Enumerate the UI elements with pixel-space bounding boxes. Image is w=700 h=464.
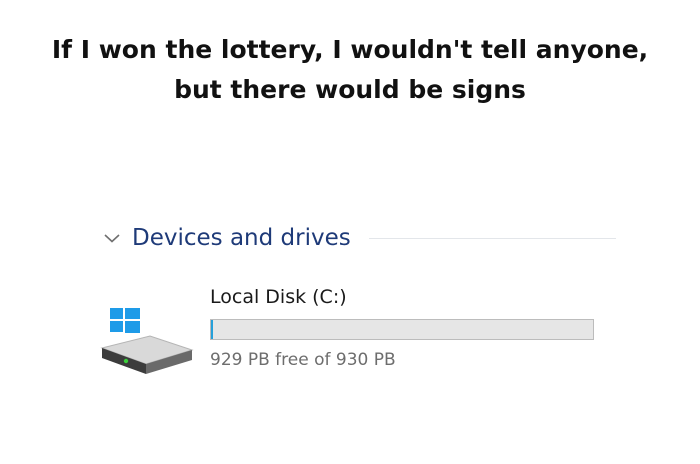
section-title: Devices and drives [132, 225, 351, 251]
local-disk-tile[interactable]: Local Disk (C:) 929 PB free of 930 PB [98, 280, 608, 380]
disk-usage-bar [210, 319, 594, 340]
windows-drive-icon [100, 307, 194, 378]
drive-free-space: 929 PB free of 930 PB [210, 350, 396, 370]
section-divider [368, 237, 616, 239]
devices-and-drives-header[interactable]: Devices and drives [100, 218, 620, 258]
drive-name: Local Disk (C:) [210, 286, 347, 308]
disk-usage-fill [211, 320, 213, 339]
caption-line-2: but there would be signs [174, 75, 526, 104]
caption-line-1: If I won the lottery, I wouldn't tell an… [51, 35, 649, 64]
chevron-down-icon[interactable] [100, 226, 124, 250]
meme-caption: If I won the lottery, I wouldn't tell an… [0, 30, 700, 110]
